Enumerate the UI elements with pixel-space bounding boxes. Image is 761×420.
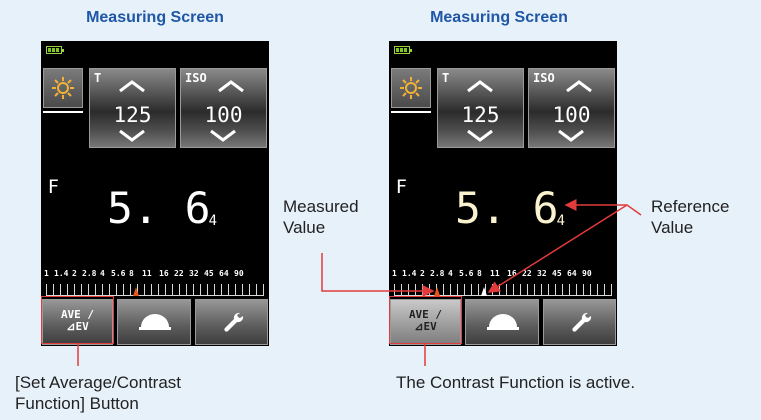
left-caption: [Set Average/Contrast Function] Button [15,372,181,414]
right-caption: The Contrast Function is active. [396,373,636,392]
shutter-speed-panel: T 125 [89,68,176,148]
left-title: Measuring Screen [86,9,224,26]
reference-marker-icon [481,287,487,296]
scale-label: 45 [204,269,214,278]
iso-panel: ISO 100 [180,68,267,148]
scale-label: 32 [537,269,547,278]
sun-icon [400,77,422,99]
left-caption-line-2: Function] Button [15,394,139,413]
scale-label: 1.4 [402,269,417,278]
scale-label: 8 [129,269,134,278]
battery-icon [46,46,64,54]
iso-value: 100 [204,103,243,127]
scale-label: 2 [72,269,77,278]
dome-icon [487,314,519,330]
scale-label: 64 [567,269,577,278]
f-label: F [396,176,407,198]
scale-label: 22 [522,269,532,278]
scale-label: 2.8 [82,269,97,278]
f-number-reference-value: 5. 64 [455,184,565,244]
scale-label: 64 [219,269,229,278]
battery-icon [394,46,412,54]
right-title: Measuring Screen [430,9,568,26]
ave-contrast-button[interactable]: AVE / ⊿EV [42,299,113,345]
reference-line-1: Reference [651,197,730,216]
reference-line-2: Value [651,218,694,237]
left-meter-screen: T 125 ISO 100 F 5. 64 1 1.4 2 2.8 4 5.6 … [41,41,269,346]
f-number-tenths: 4 [556,213,565,229]
scale-label: 22 [174,269,184,278]
iso-panel: ISO 100 [528,68,615,148]
scale-label: 1.4 [54,269,69,278]
measured-line-1: Measured [283,197,359,216]
f-label: F [48,176,59,198]
aperture-scale-baseline [394,295,612,296]
dome-icon [139,314,171,330]
f-number-main: 5. 6 [107,184,211,234]
scale-label: 90 [234,269,244,278]
settings-button[interactable] [543,299,616,345]
scale-label: 90 [582,269,592,278]
down-arrow-icon[interactable] [466,129,494,143]
settings-button[interactable] [195,299,268,345]
scale-label: 16 [159,269,169,278]
ev-label: ⊿EV [414,320,437,333]
scale-label: 4 [448,269,453,278]
measured-marker-icon [133,287,139,296]
left-caption-line-1: [Set Average/Contrast [15,373,182,392]
scale-label: 11 [142,269,152,278]
dome-button[interactable] [117,299,191,345]
shutter-speed-panel: T 125 [437,68,524,148]
measured-value-label: Measured Value [283,196,359,238]
aperture-scale-baseline [46,295,264,296]
sun-button[interactable] [391,68,431,108]
down-arrow-icon[interactable] [209,129,237,143]
wrench-icon [224,312,244,332]
down-arrow-icon[interactable] [557,129,585,143]
scale-label: 16 [507,269,517,278]
scale-label: 1 [44,269,49,278]
sun-icon [52,77,74,99]
scale-label: 2.8 [430,269,445,278]
shutter-tag: T [442,71,450,85]
dome-button[interactable] [465,299,539,345]
right-meter-screen: T 125 ISO 100 F 5. 64 1 1.4 2 2.8 4 5.6 … [389,41,617,346]
scale-label: 8 [477,269,482,278]
ev-label: ⊿EV [66,320,89,333]
sun-selected-indicator [391,111,431,113]
down-arrow-icon[interactable] [118,129,146,143]
shutter-value: 125 [113,103,152,127]
scale-label: 5.6 [111,269,126,278]
shutter-tag: T [94,71,102,85]
sun-button[interactable] [43,68,83,108]
sun-selected-indicator [43,111,83,113]
up-arrow-icon[interactable] [565,79,593,93]
iso-tag: ISO [185,71,207,85]
scale-label: 5.6 [459,269,474,278]
ave-contrast-button-active[interactable]: AVE / ⊿EV [390,299,461,345]
up-arrow-icon[interactable] [118,79,146,93]
scale-label: 2 [420,269,425,278]
f-number-tenths: 4 [208,213,217,229]
scale-label: 32 [189,269,199,278]
up-arrow-icon[interactable] [217,79,245,93]
iso-tag: ISO [533,71,555,85]
shutter-value: 125 [461,103,500,127]
up-arrow-icon[interactable] [466,79,494,93]
scale-label: 1 [392,269,397,278]
scale-label: 11 [490,269,500,278]
scale-label: 4 [100,269,105,278]
scale-label: 45 [552,269,562,278]
reference-value-label: Reference Value [651,196,729,238]
wrench-icon [572,312,592,332]
measured-line-2: Value [283,218,326,237]
measured-marker-icon [434,287,440,296]
iso-value: 100 [552,103,591,127]
f-number-main: 5. 6 [455,184,559,234]
f-number-value: 5. 64 [107,184,217,244]
